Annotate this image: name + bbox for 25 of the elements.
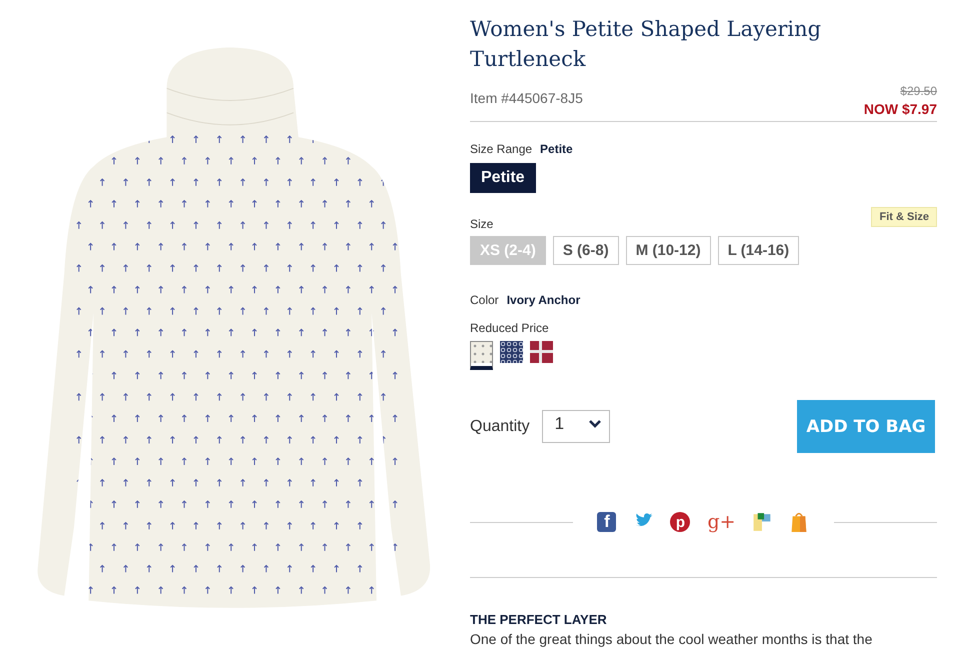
g-plus-icon[interactable]: g+ [707,512,736,532]
color-label: Color [470,293,499,307]
size-label: Size [470,217,494,231]
original-price: $29.50 [899,84,937,98]
p-circle-icon[interactable]: p [670,512,690,532]
size-option[interactable]: L (14-16) [718,236,800,265]
size-range-button[interactable]: Petite [470,163,536,193]
product-title: Women's Petite Shaped Layering Turtleneck [470,16,822,73]
fit-size-button[interactable]: Fit & Size [871,207,937,227]
size-range-value: Petite [540,142,573,156]
squares-icon[interactable] [752,511,773,533]
item-number: Item #445067-8J5 [470,90,583,106]
size-option[interactable]: M (10-12) [626,236,711,265]
sale-price: NOW $7.97 [864,101,937,117]
chevron-down-icon [588,420,601,428]
quantity-select[interactable]: 1 [542,410,610,443]
color-value: Ivory Anchor [506,293,580,307]
swatch-group-label: Reduced Price [470,321,550,335]
description-text: One of the great things about the cool weather months is that the [470,631,874,647]
color-swatch[interactable] [470,341,493,370]
f-square-icon[interactable]: f [597,512,616,532]
section-heading: THE PERFECT LAYER [470,612,608,627]
size-range-label: Size Range [470,142,532,156]
quantity-label: Quantity [470,418,530,436]
size-option[interactable]: S (6-8) [552,236,619,265]
